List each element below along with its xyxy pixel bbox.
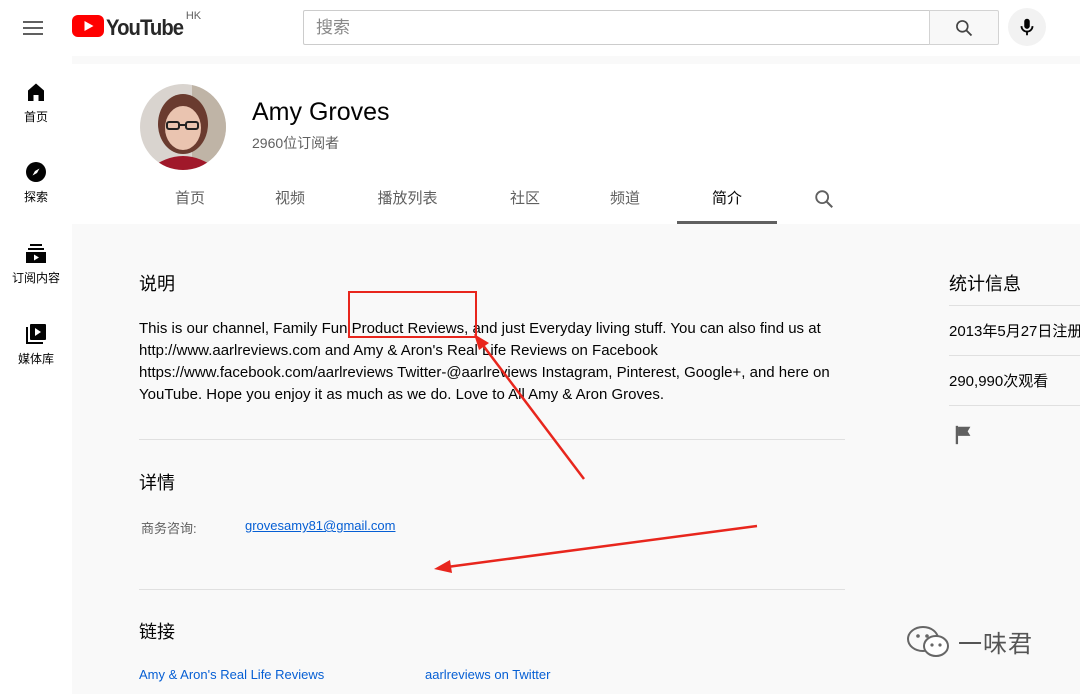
- search-icon: [956, 20, 973, 37]
- compass-icon: [26, 162, 46, 182]
- watermark-text: 一味君: [958, 631, 1033, 658]
- view-count: 290,990次观看: [949, 373, 1049, 390]
- business-email-link[interactable]: grovesamy81@gmail.com: [245, 518, 395, 533]
- flag-icon[interactable]: [953, 424, 975, 446]
- sidebar-item-label: 媒体库: [17, 352, 54, 366]
- tab-home[interactable]: 首页: [140, 178, 240, 224]
- business-inquiry-label: 商务咨询:: [141, 521, 197, 536]
- link-facebook[interactable]: Amy & Aron's Real Life Reviews: [139, 667, 324, 682]
- tab-about[interactable]: 简介: [677, 178, 777, 224]
- sidebar-item-label: 探索: [23, 190, 48, 204]
- sidebar-item-explore[interactable]: 探索: [0, 146, 72, 220]
- subscriber-count: 2960位订阅者: [252, 135, 340, 151]
- link-twitter[interactable]: aarlreviews on Twitter: [425, 667, 550, 682]
- left-sidebar: 首页 探索 订阅内容 媒体库: [0, 56, 72, 694]
- subscriptions-icon: [26, 244, 46, 263]
- library-icon: [26, 324, 46, 344]
- avatar-image: [140, 84, 226, 170]
- details-title: 详情: [139, 473, 175, 493]
- channel-avatar[interactable]: [140, 84, 226, 170]
- links-title: 链接: [139, 622, 175, 642]
- description-title: 说明: [139, 274, 175, 294]
- sidebar-item-home[interactable]: 首页: [0, 66, 72, 140]
- section-divider: [139, 589, 845, 590]
- stats-divider: [949, 305, 1080, 306]
- sidebar-item-library[interactable]: 媒体库: [0, 308, 72, 382]
- tab-playlists[interactable]: 播放列表: [340, 178, 475, 224]
- tab-community[interactable]: 社区: [475, 178, 575, 224]
- search-button[interactable]: [929, 10, 999, 45]
- highlight-box: [348, 291, 477, 338]
- stats-title: 统计信息: [949, 274, 1021, 294]
- logo-wordmark: YouTube: [106, 15, 184, 40]
- region-code: HK: [185, 10, 202, 22]
- youtube-logo[interactable]: YouTube HK: [72, 10, 201, 42]
- tab-channels[interactable]: 频道: [575, 178, 675, 224]
- section-divider: [139, 439, 845, 440]
- sidebar-item-subscriptions[interactable]: 订阅内容: [0, 227, 72, 301]
- home-icon: [28, 83, 44, 101]
- joined-date: 2013年5月27日注册: [949, 323, 1080, 340]
- wechat-icon: [907, 625, 949, 657]
- top-header: YouTube HK: [0, 0, 1080, 56]
- channel-search-icon[interactable]: [813, 188, 835, 210]
- search-input[interactable]: [304, 11, 929, 44]
- stats-divider: [949, 405, 1080, 406]
- channel-name: Amy Groves: [252, 98, 390, 126]
- youtube-play-icon: [72, 15, 104, 37]
- search-field[interactable]: [303, 10, 929, 45]
- voice-search-button[interactable]: [1008, 8, 1046, 46]
- hamburger-menu-icon[interactable]: [16, 12, 50, 44]
- sidebar-item-label: 首页: [23, 110, 48, 124]
- sidebar-item-label: 订阅内容: [11, 271, 60, 285]
- microphone-icon: [1020, 18, 1034, 36]
- channel-header: Amy Groves 2960位订阅者 首页 视频 播放列表 社区 频道 简介: [72, 64, 1080, 224]
- channel-description: This is our channel, Family Fun Product …: [139, 320, 830, 403]
- wechat-watermark: 一味君: [906, 624, 1033, 659]
- stats-divider: [949, 355, 1080, 356]
- tab-videos[interactable]: 视频: [240, 178, 340, 224]
